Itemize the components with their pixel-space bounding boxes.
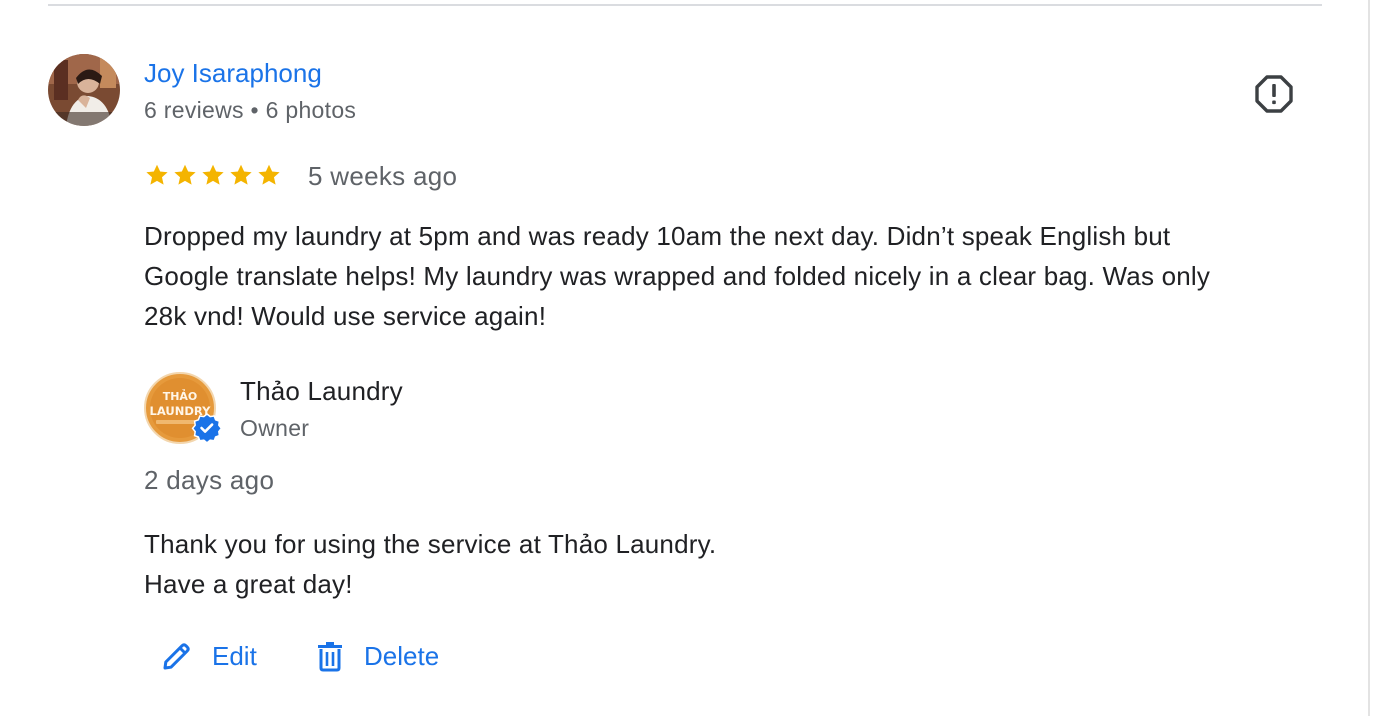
reply-date: 2 days ago bbox=[144, 465, 275, 495]
reviewer-photo bbox=[48, 54, 120, 126]
edit-button[interactable]: Edit bbox=[160, 636, 257, 676]
top-divider bbox=[48, 4, 1322, 6]
review-text: Dropped my laundry at 5pm and was ready … bbox=[144, 216, 1324, 336]
review-text-line: 28k vnd! Would use service again! bbox=[144, 301, 547, 331]
owner-avatar-text-top: THẢO bbox=[163, 389, 198, 403]
reply-text-line: Have a great day! bbox=[144, 569, 353, 599]
review-date: 5 weeks ago bbox=[308, 161, 458, 191]
reviewer-name[interactable]: Joy Isaraphong bbox=[144, 57, 322, 89]
report-octagon-icon bbox=[1255, 75, 1293, 113]
panel-edge bbox=[1368, 0, 1370, 716]
reply-text: Thank you for using the service at Thảo … bbox=[144, 524, 1324, 604]
star-icon bbox=[228, 160, 254, 190]
reviewer-avatar[interactable] bbox=[48, 54, 120, 126]
report-button[interactable] bbox=[1250, 70, 1298, 118]
edit-label: Edit bbox=[212, 640, 257, 671]
review-card: Joy Isaraphong 6 reviews • 6 photos 5 we… bbox=[0, 0, 1374, 716]
owner-avatar: THẢO LAUNDRY bbox=[144, 372, 223, 446]
review-text-line: Google translate helps! My laundry was w… bbox=[144, 261, 1211, 291]
reviewer-meta: 6 reviews • 6 photos bbox=[144, 97, 357, 123]
star-icon bbox=[200, 160, 226, 190]
star-icon bbox=[256, 160, 282, 190]
delete-button[interactable]: Delete bbox=[314, 636, 439, 676]
pencil-icon bbox=[163, 643, 190, 670]
owner-name: Thảo Laundry bbox=[240, 376, 403, 406]
delete-label: Delete bbox=[364, 640, 440, 671]
star-rating bbox=[144, 160, 282, 190]
review-text-line: Dropped my laundry at 5pm and was ready … bbox=[144, 221, 1171, 251]
trash-icon bbox=[318, 642, 342, 672]
reply-text-line: Thank you for using the service at Thảo … bbox=[144, 529, 717, 559]
star-icon bbox=[144, 160, 170, 190]
star-icon bbox=[172, 160, 198, 190]
owner-role: Owner bbox=[240, 415, 310, 441]
